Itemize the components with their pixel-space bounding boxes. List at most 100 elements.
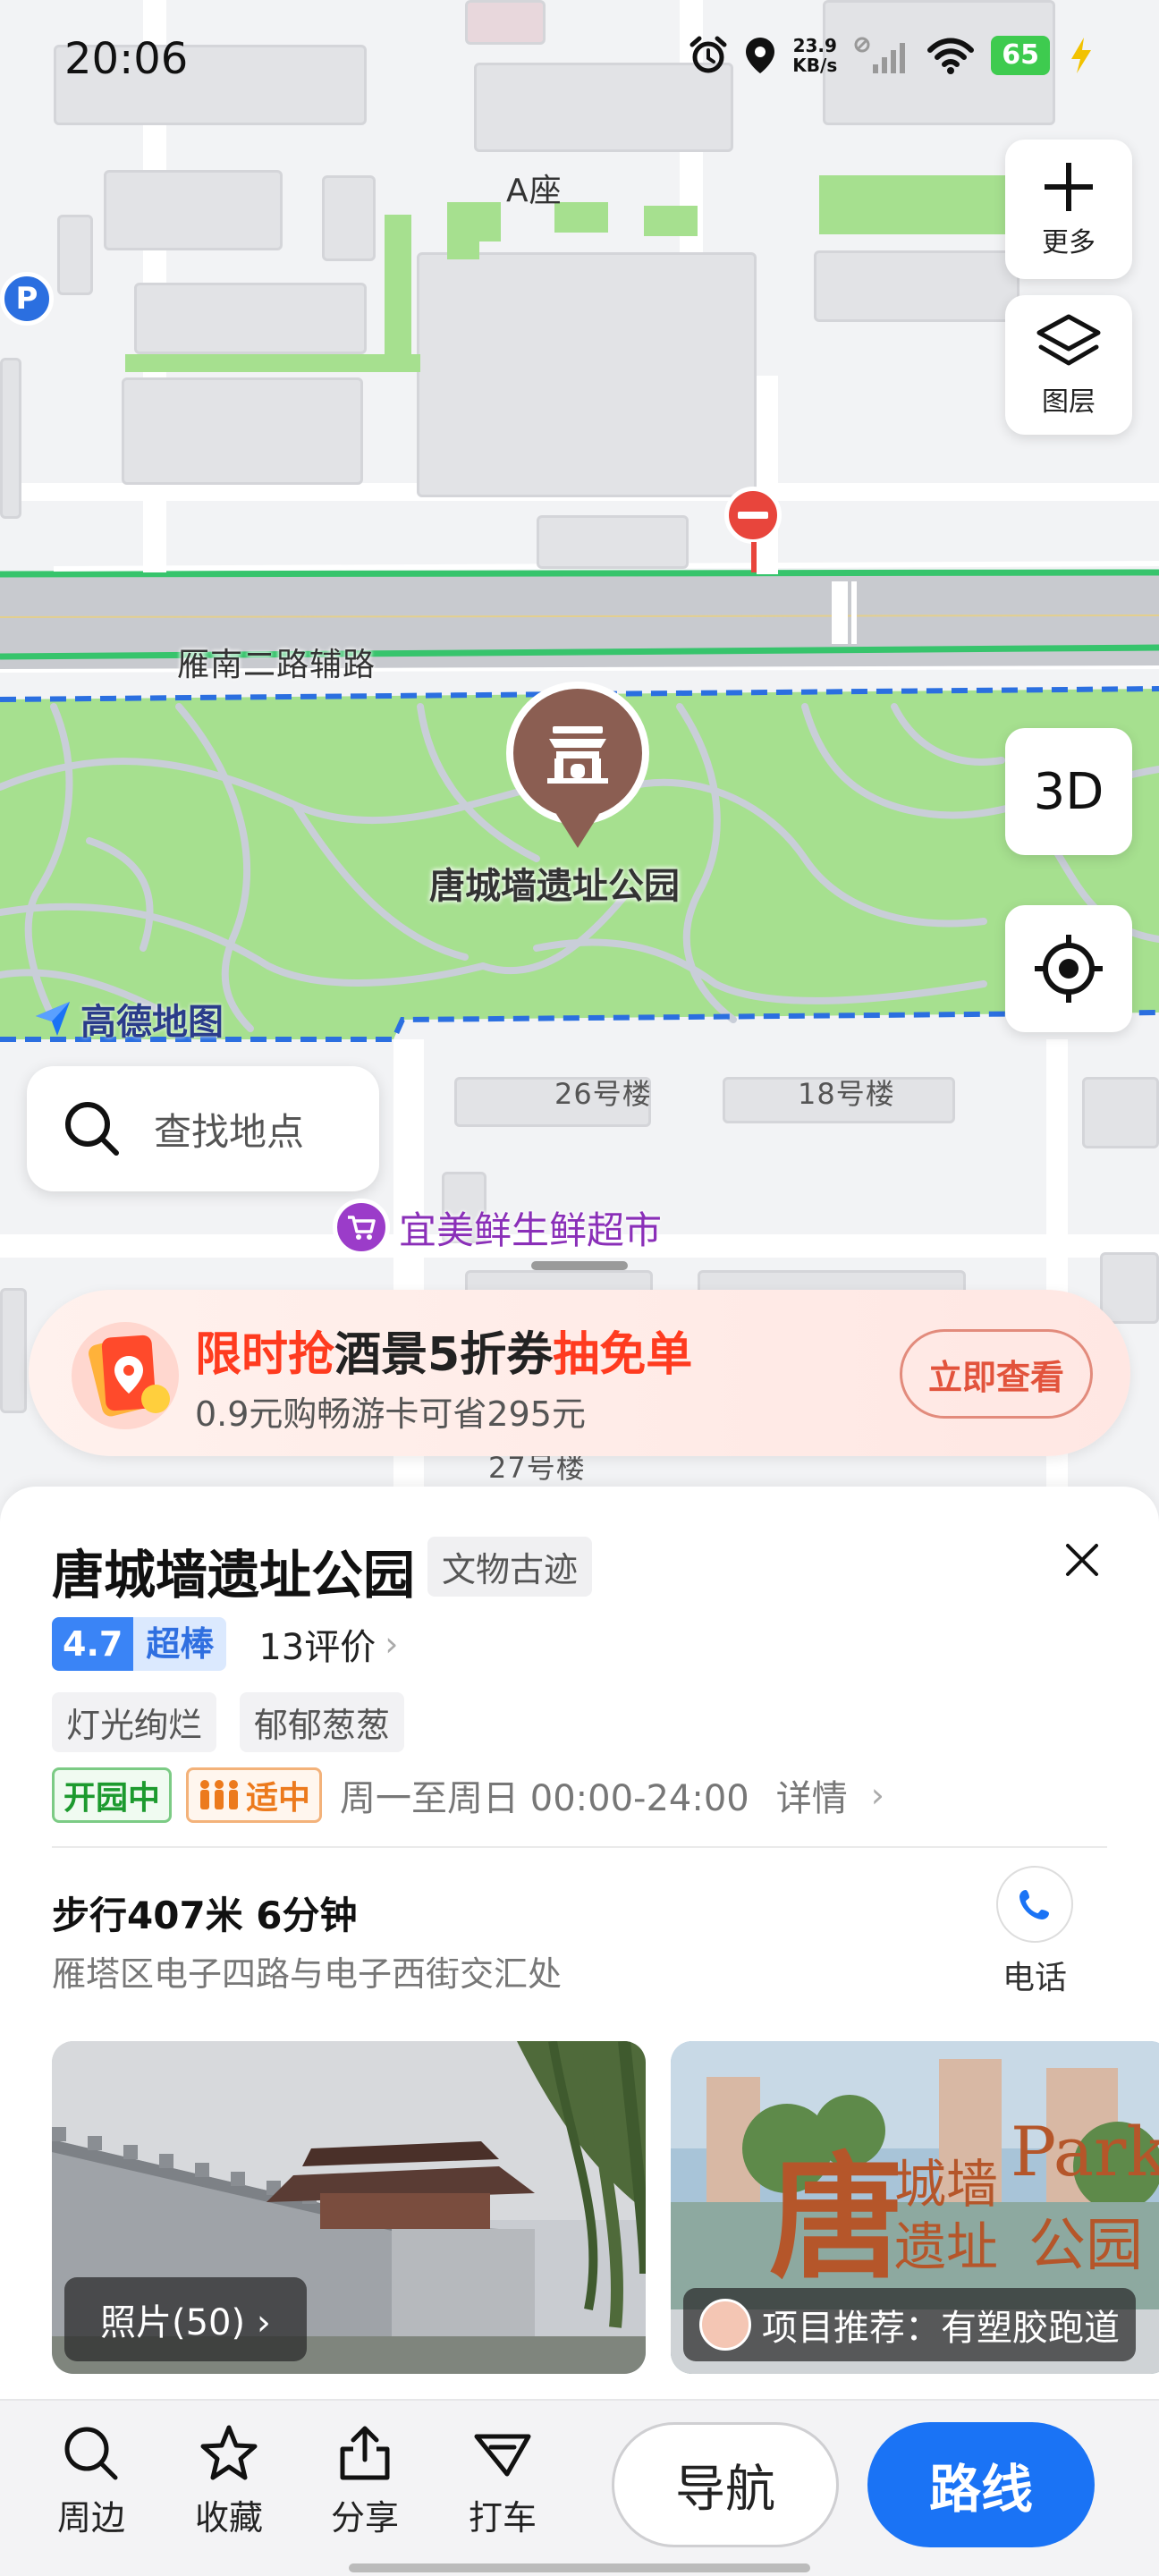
open-status-badge: 开园中 xyxy=(52,1767,173,1823)
map-label-building-26: 26号楼 xyxy=(554,1077,652,1111)
place-title: 唐城墙遗址公园 xyxy=(52,1545,416,1606)
bottom-action-bar: 周边 收藏 分享 打车 导航 路线 xyxy=(0,2399,1159,2576)
taxi-label: 打车 xyxy=(468,2498,537,2538)
3d-button[interactable]: 3D xyxy=(1005,728,1132,855)
place-category-badge: 文物古迹 xyxy=(427,1537,593,1597)
place-detail-card: 唐城墙遗址公园 文物古迹 4.7 超棒 13评价 › 灯光绚烂 郁郁葱葱 开园中… xyxy=(0,1487,1159,2399)
phone-button[interactable]: 电话 xyxy=(996,1866,1073,1998)
opening-hours-row[interactable]: 开园中 适中 周一至周日 00:00-24:00 详情 › xyxy=(52,1767,884,1823)
promo-headline: 限时抢酒景5折券抽免单 xyxy=(195,1317,692,1384)
phone-label: 电话 xyxy=(1002,1960,1067,1996)
tag-item: 灯光绚烂 xyxy=(52,1692,217,1752)
shopping-cart-icon xyxy=(333,1199,390,1256)
alarm-icon xyxy=(689,36,727,73)
svg-text:城墙: 城墙 xyxy=(894,2154,998,2215)
crowd-status-badge: 适中 xyxy=(186,1767,323,1823)
crowd-status-label: 适中 xyxy=(246,1780,311,1817)
share-label: 分享 xyxy=(330,2498,399,2538)
svg-text:Park: Park xyxy=(1011,2112,1159,2191)
svg-text:遗址: 遗址 xyxy=(894,2216,998,2277)
layers-label: 图层 xyxy=(1042,386,1096,418)
taxi-button[interactable]: 打车 xyxy=(449,2422,556,2539)
chevron-right-icon: › xyxy=(385,1624,399,1664)
poi-supermarket[interactable]: 宜美鲜生鲜超市 xyxy=(333,1199,662,1256)
battery-icon: 65 xyxy=(991,36,1050,75)
route-button[interactable]: 路线 xyxy=(867,2422,1095,2547)
map-view[interactable]: A座 雁南二路辅路 26号楼 18号楼 27号楼 P 唐城墙遗址公园 高德地图 … xyxy=(0,0,1159,1521)
sheet-drag-handle[interactable] xyxy=(531,1261,628,1270)
rating-row[interactable]: 4.7 超棒 13评价 › xyxy=(52,1617,398,1671)
taxi-icon xyxy=(474,2434,531,2477)
svg-text:公园: 公园 xyxy=(1028,2213,1143,2279)
more-button[interactable]: 更多 xyxy=(1005,140,1132,279)
svg-text:唐: 唐 xyxy=(769,2140,903,2297)
place-address: 雁塔区电子四路与电子西街交汇处 xyxy=(52,1954,563,1994)
tag-list: 灯光绚烂 郁郁葱葱 xyxy=(52,1692,405,1752)
no-entry-pole xyxy=(751,542,757,572)
search-icon xyxy=(64,2427,118,2480)
locate-icon xyxy=(1035,935,1103,1003)
opening-hours: 周一至周日 00:00-24:00 xyxy=(340,1778,749,1819)
amap-logo-text: 高德地图 xyxy=(80,1002,224,1043)
promo-headline-part2: 酒景5折券 xyxy=(334,1328,554,1382)
phone-icon xyxy=(996,1866,1073,1943)
location-icon xyxy=(746,38,775,73)
promo-subtitle: 0.9元购畅游卡可省295元 xyxy=(195,1394,586,1434)
plus-icon xyxy=(1045,163,1093,211)
divider xyxy=(52,1846,1107,1848)
share-button[interactable]: 分享 xyxy=(311,2422,419,2539)
layers-icon xyxy=(1036,314,1101,366)
photos-count-label[interactable]: 照片(50) › xyxy=(64,2277,307,2361)
more-label: 更多 xyxy=(1042,227,1096,258)
net-speed: 23.9 KB/s xyxy=(792,36,837,75)
tag-item: 郁郁葱葱 xyxy=(240,1692,405,1752)
layers-button[interactable]: 图层 xyxy=(1005,295,1132,435)
amap-logo-icon xyxy=(36,1002,70,1036)
3d-label: 3D xyxy=(1033,762,1104,821)
nearby-button[interactable]: 周边 xyxy=(38,2422,145,2539)
recommendation-label[interactable]: 项目推荐：有塑胶跑道 xyxy=(683,2288,1136,2361)
promo-headline-part3: 抽免单 xyxy=(553,1328,693,1382)
charging-icon xyxy=(1071,38,1091,73)
search-placeholder: 查找地点 xyxy=(154,1109,305,1154)
locate-button[interactable] xyxy=(1005,905,1132,1032)
poi-name-label[interactable]: 唐城墙遗址公园 xyxy=(429,857,680,909)
map-label-road: 雁南二路辅路 xyxy=(177,647,376,683)
favorite-label: 收藏 xyxy=(194,2498,263,2538)
rating-score: 4.7 xyxy=(52,1617,134,1671)
people-icon xyxy=(200,1780,239,1809)
home-indicator[interactable] xyxy=(349,2563,810,2572)
signal-icon xyxy=(854,37,906,73)
photo-gallery-thumbnail[interactable]: 照片(50) › xyxy=(52,2041,646,2374)
map-label-building-a: A座 xyxy=(506,173,563,209)
status-bar: 20:06 23.9 KB/s 65 xyxy=(0,0,1159,125)
star-icon xyxy=(200,2425,258,2480)
chevron-right-icon: › xyxy=(256,2302,271,2343)
share-icon xyxy=(340,2426,390,2480)
recommendation-thumbnail[interactable]: 唐 城墙 遗址 Park 公园 项目推荐：有塑胶跑道 xyxy=(671,2041,1159,2374)
net-speed-unit: KB/s xyxy=(792,55,838,76)
status-icons: 23.9 KB/s 65 xyxy=(689,36,1096,75)
no-entry-icon xyxy=(724,487,782,544)
nearby-label: 周边 xyxy=(56,2498,125,2538)
review-count[interactable]: 13评价 xyxy=(258,1618,376,1670)
net-speed-value: 23.9 xyxy=(792,35,837,56)
promo-headline-part1: 限时抢 xyxy=(195,1328,335,1382)
promo-banner[interactable]: 限时抢酒景5折券抽免单 0.9元购畅游卡可省295元 立即查看 xyxy=(29,1290,1130,1456)
wifi-icon xyxy=(927,38,975,74)
close-icon[interactable] xyxy=(1055,1533,1109,1587)
poi-marker-icon[interactable] xyxy=(501,680,655,850)
promo-view-now-button[interactable]: 立即查看 xyxy=(900,1329,1093,1419)
rating-word: 超棒 xyxy=(133,1617,227,1671)
search-icon xyxy=(65,1102,119,1156)
chevron-right-icon: › xyxy=(870,1775,884,1815)
coupon-icon xyxy=(72,1322,179,1429)
recommendation-text: 项目推荐：有塑胶跑道 xyxy=(762,2308,1120,2349)
navigate-button[interactable]: 导航 xyxy=(612,2422,839,2547)
map-label-building-18: 18号楼 xyxy=(798,1077,895,1111)
details-link[interactable]: 详情 xyxy=(776,1769,848,1821)
parking-icon[interactable]: P xyxy=(0,272,54,326)
amap-logo: 高德地图 xyxy=(30,993,224,1045)
search-place-button[interactable]: 查找地点 xyxy=(27,1066,379,1191)
favorite-button[interactable]: 收藏 xyxy=(175,2422,283,2539)
